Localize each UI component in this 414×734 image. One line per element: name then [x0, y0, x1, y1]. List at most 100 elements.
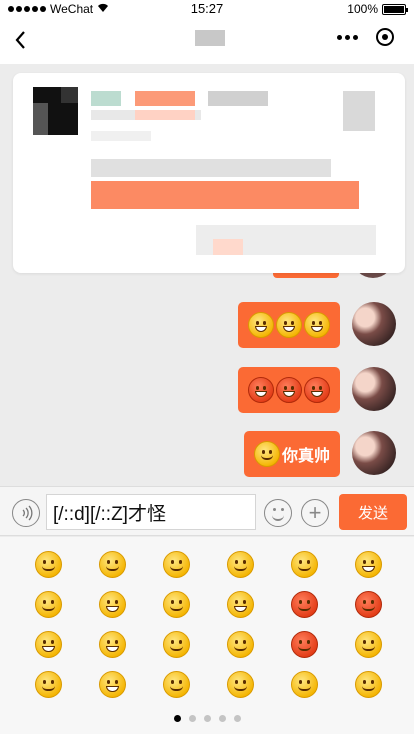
redacted-highlight-line: [91, 181, 359, 209]
redacted-card[interactable]: [13, 73, 405, 273]
close-circle-icon[interactable]: [376, 28, 394, 46]
sleepy-emoji-icon: [162, 591, 190, 618]
surprised-emoji-icon: [226, 551, 254, 578]
tongue-emoji-icon: [34, 631, 62, 658]
cry-emoji-icon: [226, 591, 254, 618]
emoji-cell[interactable]: [272, 591, 336, 618]
smirk-emoji-icon: [226, 671, 254, 698]
emoji-cell[interactable]: [144, 551, 208, 578]
emoji-cell[interactable]: [208, 591, 272, 618]
input-bar: + 发送: [0, 486, 414, 536]
message-text: 你真帅: [281, 448, 330, 465]
emoji-pager: [0, 715, 414, 722]
status-bar: WeChat 15:27 100%: [0, 0, 414, 18]
awkward-emoji-icon: [98, 551, 126, 578]
emoji-panel: [0, 537, 414, 734]
redacted-text-line: [91, 159, 331, 177]
redacted-block: [343, 91, 375, 131]
grin-emoji-icon: [98, 631, 126, 658]
angry-emoji-icon: [248, 377, 274, 403]
voice-icon[interactable]: [12, 499, 40, 527]
message-bubble[interactable]: [238, 302, 340, 348]
emoji-cell[interactable]: [16, 631, 80, 658]
angry-emoji-icon: [276, 377, 302, 403]
emoji-cell[interactable]: [80, 591, 144, 618]
page-title-redacted: [195, 30, 225, 46]
redacted-block: [208, 91, 268, 106]
shy-emoji-icon: [34, 591, 62, 618]
angry-red-emoji-icon: [290, 591, 318, 618]
redacted-block: [33, 103, 48, 135]
avatar[interactable]: [352, 302, 396, 346]
emoji-cell[interactable]: [208, 631, 272, 658]
grin-emoji-icon: [248, 312, 274, 338]
status-right: 100%: [347, 2, 408, 16]
avatar[interactable]: [352, 367, 396, 411]
grin-emoji-icon: [304, 312, 330, 338]
emoji-cell[interactable]: [144, 631, 208, 658]
page-dot[interactable]: [218, 715, 226, 722]
battery-percent: 100%: [347, 2, 378, 16]
page-dot[interactable]: [188, 715, 196, 722]
surprised-eyes-emoji-icon: [162, 631, 190, 658]
cool-angry-emoji-icon: [290, 631, 318, 658]
redacted-block: [213, 239, 243, 255]
heart-eyes-emoji-icon: [162, 551, 190, 578]
plus-icon[interactable]: +: [301, 499, 329, 527]
emoji-cell[interactable]: [144, 671, 208, 698]
grin-emoji-icon: [276, 312, 302, 338]
emoji-cell[interactable]: [336, 551, 400, 578]
emoji-cell[interactable]: [80, 631, 144, 658]
smiley-icon[interactable]: [264, 499, 292, 527]
message-bubble[interactable]: [238, 367, 340, 413]
vomit-emoji-icon: [34, 671, 62, 698]
furious-emoji-icon: [354, 591, 382, 618]
page-dot[interactable]: [173, 715, 181, 722]
chat-area[interactable]: 你真帅: [0, 64, 414, 486]
redacted-block: [135, 91, 195, 106]
shock-emoji-icon: [290, 671, 318, 698]
message-row: 你真帅: [243, 431, 396, 477]
message-row: [238, 302, 396, 348]
message-row: [238, 367, 396, 413]
blush-emoji-icon: [354, 631, 382, 658]
app: WeChat 15:27 100% 你真帅 [/::d][/::Z]才怪 + 发…: [0, 0, 414, 734]
message-input[interactable]: [46, 494, 256, 530]
emoji-cell[interactable]: [80, 671, 144, 698]
angry-emoji-icon: [304, 377, 330, 403]
emoji-cell[interactable]: [80, 551, 144, 578]
emoji-cell[interactable]: [16, 591, 80, 618]
redacted-block: [91, 131, 151, 141]
thinking-emoji-icon: [162, 671, 190, 698]
crying-emoji-icon: [354, 551, 382, 578]
emoji-cell[interactable]: [144, 591, 208, 618]
smile-emoji-icon: [34, 551, 62, 578]
sad-emoji-icon: [226, 631, 254, 658]
more-dots-icon[interactable]: [337, 34, 358, 40]
emoji-cell[interactable]: [272, 631, 336, 658]
mini-program-capsule: [337, 28, 394, 46]
wipe-sweat-emoji-icon: [354, 671, 382, 698]
back-arrow-icon[interactable]: [10, 28, 34, 52]
emoji-cell[interactable]: [336, 631, 400, 658]
cool-emoji-icon: [290, 551, 318, 578]
redacted-block: [91, 91, 121, 106]
redacted-block: [61, 87, 78, 103]
avatar[interactable]: [352, 431, 396, 475]
page-dot[interactable]: [233, 715, 241, 722]
emoji-cell[interactable]: [208, 671, 272, 698]
emoji-cell[interactable]: [272, 551, 336, 578]
emoji-cell[interactable]: [336, 671, 400, 698]
emoji-grid: [16, 551, 400, 698]
emoji-cell[interactable]: [16, 671, 80, 698]
emoji-cell[interactable]: [208, 551, 272, 578]
emoji-cell[interactable]: [336, 591, 400, 618]
emoji-cell[interactable]: [16, 551, 80, 578]
page-dot[interactable]: [203, 715, 211, 722]
message-bubble[interactable]: 你真帅: [243, 431, 340, 477]
giggle-emoji-icon: [98, 671, 126, 698]
emoji-cell[interactable]: [272, 671, 336, 698]
send-button[interactable]: 发送: [339, 494, 407, 530]
shut-mouth-emoji-icon: [98, 591, 126, 618]
battery-icon: [382, 3, 408, 15]
